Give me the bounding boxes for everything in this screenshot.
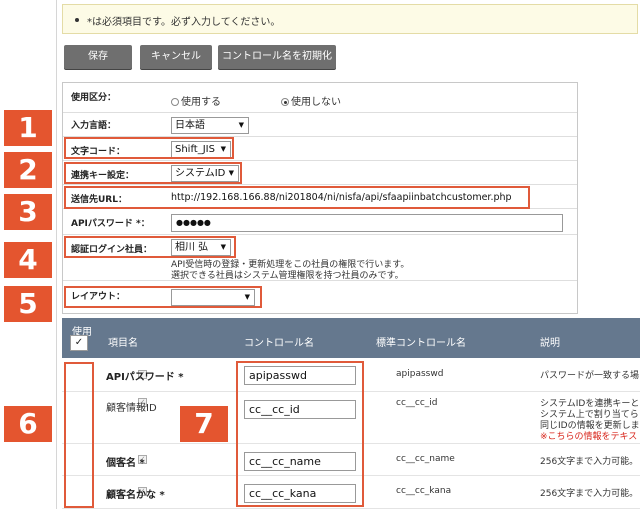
- header-desc: 説明: [540, 338, 560, 349]
- notice-text: *は必須項目です。必ず入力してください。: [87, 17, 281, 28]
- step-badge-1: 1: [4, 110, 52, 146]
- radio-icon: [171, 98, 179, 106]
- row-standard-name: cc__cc_name: [396, 454, 455, 464]
- row-description: パスワードが一致する場: [540, 371, 640, 381]
- usage-row: 使用区分： 使用する 使用しない: [63, 83, 577, 113]
- step-badge-2: 2: [4, 152, 52, 188]
- api-password-input[interactable]: ●●●●●: [171, 214, 563, 232]
- row-item-name: 顧客情報ID: [106, 403, 157, 414]
- highlight-link-key: [64, 162, 242, 184]
- row-description: 256文字まで入力可能。: [540, 457, 639, 467]
- usage-radio-use[interactable]: 使用する: [171, 93, 221, 108]
- auth-user-note-2: 選択できる社員はシステム管理権限を持つ社員のみです。: [171, 271, 404, 281]
- reset-control-names-button[interactable]: コントロール名を初期化: [218, 45, 336, 69]
- api-password-label: APIパスワード *：: [71, 219, 150, 229]
- step-badge-6: 6: [4, 406, 52, 442]
- highlight-dest-url: [64, 186, 530, 209]
- highlight-control-column: [236, 361, 364, 507]
- row-description: 256文字まで入力可能。: [540, 489, 639, 499]
- row-standard-name: cc__cc_id: [396, 398, 438, 408]
- chevron-down-icon: ▼: [238, 121, 244, 129]
- row-standard-name: apipasswd: [396, 369, 444, 379]
- api-password-row: APIパスワード *： ●●●●●: [63, 209, 577, 235]
- header-control: コントロール名: [244, 338, 314, 349]
- required-notice: *は必須項目です。必ず入力してください。: [62, 4, 638, 34]
- language-row: 入力言語： 日本語 ▼: [63, 113, 577, 137]
- usage-radio-nouse[interactable]: 使用しない: [281, 93, 341, 108]
- bullet-icon: [75, 18, 79, 22]
- field-table-header: 使用 項目名 コントロール名 標準コントロール名 説明: [62, 318, 640, 358]
- step-badge-5: 5: [4, 286, 52, 322]
- header-item: 項目名: [108, 338, 138, 349]
- row-standard-name: cc__cc_kana: [396, 486, 452, 496]
- row-item-name: APIパスワード *: [106, 372, 184, 383]
- highlight-auth-user: [64, 236, 236, 258]
- highlight-charset: [64, 137, 234, 159]
- language-select[interactable]: 日本語 ▼: [171, 117, 249, 134]
- step-badge-3: 3: [4, 194, 52, 230]
- header-standard: 標準コントロール名: [376, 338, 466, 349]
- usage-label: 使用区分：: [71, 93, 117, 103]
- row-item-name: 顧客名かな *: [106, 490, 165, 501]
- step-badge-7: 7: [180, 406, 228, 442]
- highlight-layout: [64, 286, 262, 308]
- row-item-name: 個客名 *: [106, 458, 145, 469]
- row-description-warning: ※こちらの情報をテキス: [540, 432, 638, 442]
- cancel-button[interactable]: キャンセル: [140, 45, 212, 69]
- radio-selected-icon: [281, 98, 289, 106]
- language-label: 入力言語：: [71, 121, 117, 131]
- save-button[interactable]: 保存: [64, 45, 132, 69]
- highlight-use-column: [64, 362, 94, 508]
- select-all-checkbox[interactable]: ✓: [70, 335, 88, 351]
- step-badge-4: 4: [4, 242, 52, 278]
